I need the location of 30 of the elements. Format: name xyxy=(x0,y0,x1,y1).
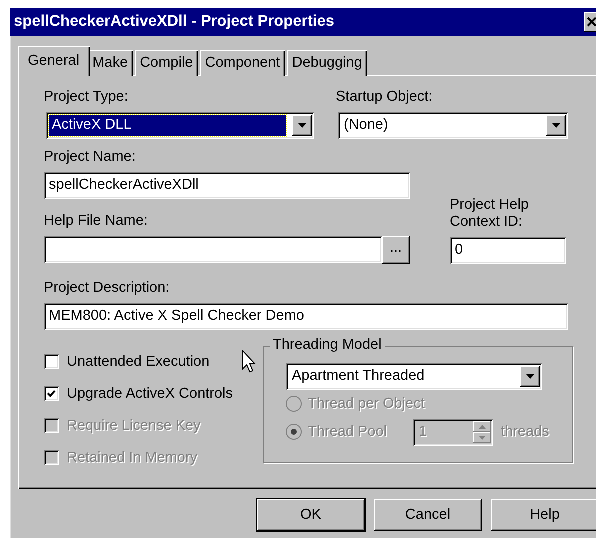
dialog-button[interactable]: Help xyxy=(491,499,596,531)
tab[interactable]: Make xyxy=(88,50,134,76)
browse-button[interactable]: ... xyxy=(382,236,410,264)
description-field[interactable]: MEM800: Active X Spell Checker Demo xyxy=(44,303,568,330)
group-label: Threading Model xyxy=(270,337,385,353)
context-id-field[interactable]: 0 xyxy=(450,237,566,264)
radio-label: Thread per Object xyxy=(308,396,425,412)
startup-object-dropdown[interactable]: (None) xyxy=(338,112,568,139)
checkbox-label: Unattended Execution xyxy=(67,354,210,370)
checkbox-label: Require License Key xyxy=(67,418,201,434)
window-title: spellCheckerActiveXDll - Project Properties xyxy=(14,13,334,31)
radio-label: Thread Pool xyxy=(308,424,387,440)
field-label: Project Help Context ID: xyxy=(450,197,530,231)
field-label: Help File Name: xyxy=(44,213,149,230)
tab[interactable]: Compile xyxy=(135,50,198,76)
dialog-button[interactable]: Cancel xyxy=(374,499,482,531)
threading-model-dropdown[interactable]: Apartment Threaded xyxy=(286,363,542,390)
checkbox-label: Retained In Memory xyxy=(67,450,198,466)
project-type-dropdown[interactable]: ActiveX DLL xyxy=(46,112,314,139)
field-label: Project Name: xyxy=(44,149,137,166)
field-label: Startup Object: xyxy=(336,89,434,106)
unit-label: threads xyxy=(501,424,550,440)
project-name-field[interactable]: spellCheckerActiveXDll xyxy=(44,172,410,199)
field-label: Project Type: xyxy=(44,89,130,106)
tab[interactable]: Debugging xyxy=(287,50,368,76)
tab[interactable]: General xyxy=(18,46,90,76)
checkbox-label: Upgrade ActiveX Controls xyxy=(67,386,234,402)
tab[interactable]: Component xyxy=(200,50,286,76)
field-label: Project Description: xyxy=(44,280,171,297)
dialog-button[interactable]: OK xyxy=(257,499,365,531)
